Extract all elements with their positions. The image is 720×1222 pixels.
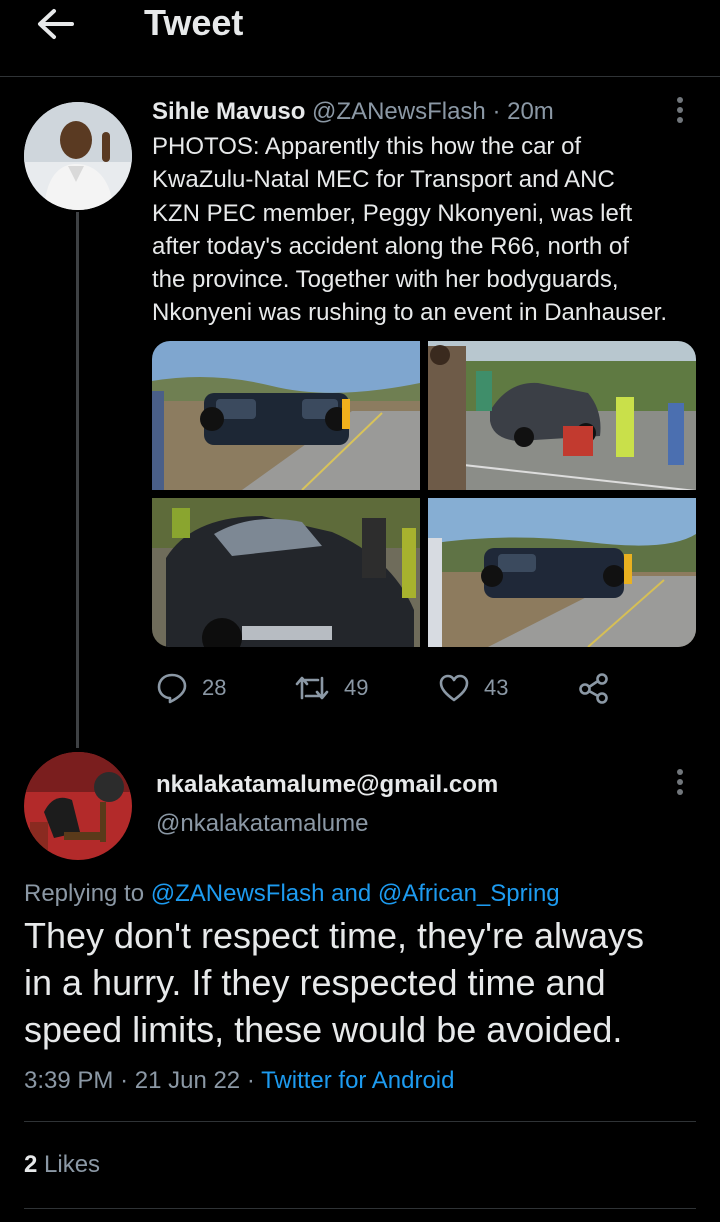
retweet-button[interactable]: 49 [294, 670, 368, 706]
reply-author-handle[interactable]: @nkalakatamalume [156, 810, 368, 838]
divider [24, 1121, 696, 1122]
reply-author-name[interactable]: nkalakatamalume@gmail.com [156, 771, 498, 799]
replying-and: and [331, 880, 372, 907]
tweet-text-line: Nkonyeni was rushing to an event in Danh… [152, 299, 667, 327]
tweet-time: 3:39 PM [24, 1067, 114, 1094]
original-author-avatar[interactable] [24, 102, 132, 210]
likes-summary[interactable]: 2 Likes [24, 1151, 100, 1179]
tweet-text-line: the province. Together with her bodyguar… [152, 266, 619, 294]
top-bar: Tweet [0, 0, 720, 77]
accident-photo-2[interactable] [428, 341, 696, 490]
accident-photo-1[interactable] [152, 341, 420, 490]
reply-more-icon[interactable] [673, 769, 687, 803]
like-count: 43 [484, 675, 509, 700]
reply-text-line: in a hurry. If they respected time and [24, 962, 606, 1003]
heart-icon [438, 672, 470, 704]
original-author-handle[interactable]: @ZANewsFlash [312, 98, 486, 125]
like-button[interactable]: 43 [438, 670, 508, 706]
tweet-date: 21 Jun 22 [134, 1067, 241, 1094]
separator-dot: · [120, 1067, 135, 1094]
reply-text-line: speed limits, these would be avoided. [24, 1009, 623, 1050]
replying-to-link-1[interactable]: @ZANewsFlash [151, 880, 325, 907]
original-tweet-text: PHOTOS: Apparently this how the car of K… [152, 130, 707, 330]
original-more-icon[interactable] [673, 97, 687, 131]
share-button[interactable] [578, 670, 610, 706]
thread-line [76, 212, 79, 748]
tweet-timestamp: 3:39 PM · 21 Jun 22 · Twitter for Androi… [24, 1067, 454, 1095]
back-arrow-icon[interactable] [34, 4, 78, 44]
reply-tweet-text: They don't respect time, they're always … [24, 912, 704, 1053]
original-author-name[interactable]: Sihle Mavuso [152, 98, 305, 125]
reply-button[interactable]: 28 [156, 670, 226, 706]
separator-dot: · [246, 1067, 262, 1094]
reply-text-line: They don't respect time, they're always [24, 915, 645, 956]
divider [24, 1208, 696, 1209]
replying-to-link-2[interactable]: @African_Spring [378, 880, 560, 907]
likes-label: Likes [44, 1151, 101, 1178]
photo-grid [152, 341, 696, 647]
tweet-text-line: KZN PEC member, Peggy Nkonyeni, was left [152, 199, 633, 227]
separator-dot: · [485, 98, 508, 125]
likes-count: 2 [24, 1151, 38, 1178]
retweet-count: 49 [344, 675, 369, 700]
original-tweet-time: 20m [507, 98, 554, 125]
reply-count: 28 [202, 675, 227, 700]
replying-to: Replying to @ZANewsFlash and @African_Sp… [24, 880, 560, 908]
accident-photo-4[interactable] [428, 498, 696, 647]
original-tweet-header: Sihle Mavuso @ZANewsFlash · 20m [152, 98, 554, 126]
replying-prefix: Replying to [24, 880, 145, 907]
tweet-text-line: KwaZulu-Natal MEC for Transport and ANC [152, 166, 615, 194]
tweet-actions: 28 49 43 [152, 670, 622, 706]
page-title: Tweet [144, 2, 244, 43]
share-icon [578, 672, 610, 704]
accident-photo-3[interactable] [152, 498, 420, 647]
reply-author-avatar[interactable] [24, 752, 132, 860]
tweet-text-line: after today's accident along the R66, no… [152, 232, 629, 260]
tweet-text-line: PHOTOS: Apparently this how the car of [152, 133, 582, 160]
retweet-icon [294, 672, 330, 704]
tweet-source[interactable]: Twitter for Android [261, 1067, 454, 1094]
reply-icon [156, 672, 188, 704]
